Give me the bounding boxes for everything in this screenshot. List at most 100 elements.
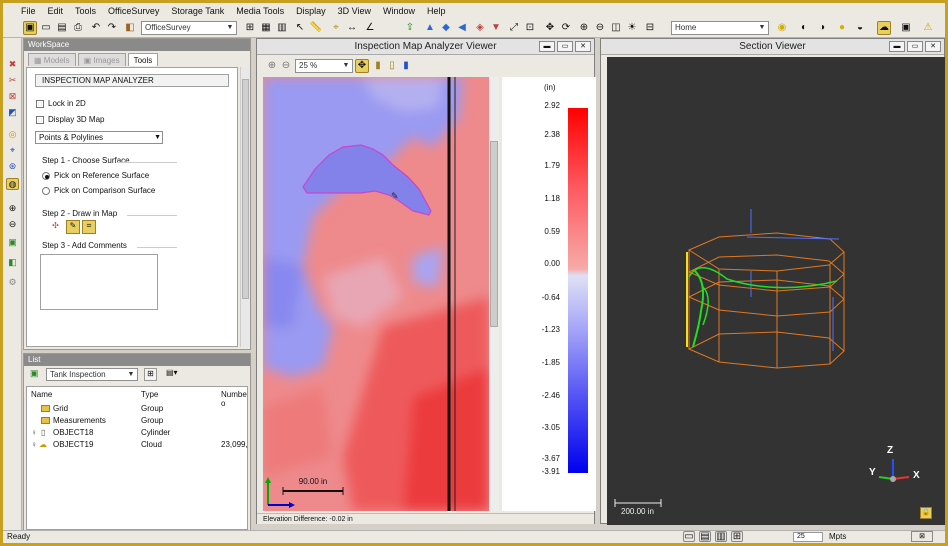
zoom-window-icon[interactable]: ⊡ [523, 21, 537, 35]
settings-icon[interactable]: ⚙ [6, 276, 19, 288]
scan-icon[interactable]: ◎ [6, 128, 19, 140]
draw-region-icon[interactable]: ⌗ [82, 220, 96, 234]
point-budget-input[interactable]: 25 [793, 532, 823, 542]
perspective-icon[interactable]: ◫ [609, 21, 623, 35]
maximize-icon[interactable]: ▭ [557, 41, 573, 52]
zoom-in-icon[interactable]: ⊕ [6, 202, 19, 214]
display-mode-select[interactable]: Points & Polylines ▼ [35, 131, 163, 144]
layout-columns-icon[interactable]: ▥ [715, 531, 727, 542]
open-icon[interactable]: ▭ [39, 21, 53, 35]
close-icon[interactable]: ✕ [925, 41, 941, 52]
light-bulb-icon[interactable]: ● [835, 21, 849, 35]
background-icon[interactable]: ◒ [853, 21, 867, 35]
radio-dot[interactable] [42, 171, 50, 180]
tab-models[interactable]: ▦ Models [28, 53, 76, 66]
list-combo[interactable]: Tank Inspection ▼ [46, 368, 138, 381]
redo-icon[interactable]: ↷ [105, 21, 119, 35]
undo-icon[interactable]: ↶ [89, 21, 103, 35]
tab-images[interactable]: ▣ Images [77, 53, 126, 66]
draw-points-icon[interactable]: ✣ [49, 221, 62, 234]
ruler-icon[interactable]: 📏 [309, 21, 323, 35]
list-item[interactable]: Measurements Group [27, 415, 247, 427]
menu-display[interactable]: Display [290, 6, 332, 16]
maximize-icon[interactable]: ▭ [907, 41, 923, 52]
station-icon[interactable]: ⊛ [6, 160, 19, 172]
tab-tools[interactable]: Tools [127, 53, 159, 66]
workspace-scrollbar[interactable] [240, 67, 250, 347]
zoom-out-icon[interactable]: ⊖ [6, 218, 19, 230]
pick-comparison-radio[interactable]: Pick on Comparison Surface [42, 186, 155, 195]
list-item[interactable]: ♀ ☁ OBJECT19 Cloud 23,099,87 [27, 439, 247, 451]
render-icon[interactable]: ◐ [797, 21, 811, 35]
section-3d-view[interactable]: Z Y X 200.00 in 🔒 [607, 57, 945, 525]
fit-object-icon[interactable]: ◩ [6, 106, 19, 118]
menu-officesurvey[interactable]: OfficeSurvey [102, 6, 165, 16]
color-bar-icon[interactable]: ▮ [399, 59, 413, 73]
comments-textarea[interactable] [40, 254, 158, 310]
menu-file[interactable]: File [15, 6, 42, 16]
column-type[interactable]: Type [141, 390, 158, 399]
minimize-icon[interactable]: ▬ [539, 41, 555, 52]
layout-grid-icon[interactable]: ⊞ [731, 531, 743, 542]
radio-dot[interactable] [42, 186, 50, 195]
scroll-thumb[interactable] [490, 141, 498, 327]
menu-tools[interactable]: Tools [69, 6, 102, 16]
angle-icon[interactable]: ∠ [363, 21, 377, 35]
lock-icon[interactable]: 🔒 [920, 507, 932, 519]
checkbox-box[interactable] [36, 115, 44, 124]
view-side-icon[interactable]: ◀ [455, 21, 469, 35]
lock-2d-checkbox[interactable]: Lock in 2D [36, 99, 86, 108]
menu-edit[interactable]: Edit [42, 6, 70, 16]
export-icon[interactable]: ⇪ [403, 21, 417, 35]
column-name[interactable]: Name [31, 390, 52, 399]
lighting-icon[interactable]: ☀ [625, 21, 639, 35]
section-line-icon[interactable]: ▯ [385, 59, 399, 73]
map-scrollbar[interactable] [489, 77, 499, 511]
section-icon[interactable]: ⊟ [643, 21, 657, 35]
view-options-icon[interactable]: ▤▾ [166, 368, 186, 381]
menu-media-tools[interactable]: Media Tools [230, 6, 290, 16]
shading-icon[interactable]: ◑ [815, 21, 829, 35]
delete-icon[interactable]: ✖ [6, 58, 19, 70]
stop-render-icon[interactable]: ⊠ [911, 531, 933, 542]
zoom-out-icon[interactable]: ⊖ [593, 21, 607, 35]
scroll-thumb[interactable] [242, 79, 249, 299]
minimize-icon[interactable]: ▬ [889, 41, 905, 52]
zoom-out-icon[interactable]: ⊖ [279, 59, 293, 73]
menu-window[interactable]: Window [377, 6, 421, 16]
menu-storage-tank[interactable]: Storage Tank [165, 6, 230, 16]
target-icon[interactable]: ⌖ [6, 144, 19, 156]
measure-icon[interactable]: ⌖ [329, 21, 343, 35]
checkbox-box[interactable] [36, 99, 44, 108]
view-combo[interactable]: Home ▼ [671, 21, 769, 35]
project-combo[interactable]: OfficeSurvey ▼ [141, 21, 237, 35]
inspection-map[interactable]: ✎ 90.00 in [263, 77, 489, 511]
list-item[interactable]: Grid Group [27, 403, 247, 415]
warning-icon[interactable]: ⚠ [921, 21, 935, 35]
pan-icon[interactable]: ✥ [355, 59, 369, 73]
grid-icon[interactable]: ⊞ [243, 21, 257, 35]
close-icon[interactable]: ✕ [575, 41, 591, 52]
segment-icon[interactable]: ⊠ [6, 90, 19, 102]
box-icon[interactable]: ◧ [6, 256, 19, 268]
view-front-icon[interactable]: ◆ [439, 21, 453, 35]
zoom-in-icon[interactable]: ⊕ [577, 21, 591, 35]
list-item[interactable]: ♀ ▯ OBJECT18 Cylinder [27, 427, 247, 439]
layers-icon[interactable]: ◧ [123, 21, 137, 35]
zoom-in-icon[interactable]: ⊕ [265, 59, 279, 73]
layout-split-icon[interactable]: ▤ [699, 531, 711, 542]
fit-icon[interactable]: ⤢ [507, 21, 521, 35]
zoom-combo[interactable]: 25 % ▼ [295, 59, 353, 73]
view-bottom-icon[interactable]: ▼ [489, 21, 503, 35]
table-icon[interactable]: ▦ [259, 21, 273, 35]
lightbulb-icon[interactable]: ♀ [31, 428, 37, 437]
display-3d-checkbox[interactable]: Display 3D Map [36, 115, 104, 124]
pointer-icon[interactable]: ↖ [293, 21, 307, 35]
view-iso-icon[interactable]: ◈ [473, 21, 487, 35]
distance-icon[interactable]: ↔ [345, 21, 359, 35]
cube-icon[interactable]: ▣ [6, 236, 19, 248]
cloud-display-icon[interactable]: ☁ [877, 21, 891, 35]
view-top-icon[interactable]: ▲ [423, 21, 437, 35]
pan-icon[interactable]: ✥ [543, 21, 557, 35]
print-icon[interactable]: ⎙ [71, 21, 85, 35]
